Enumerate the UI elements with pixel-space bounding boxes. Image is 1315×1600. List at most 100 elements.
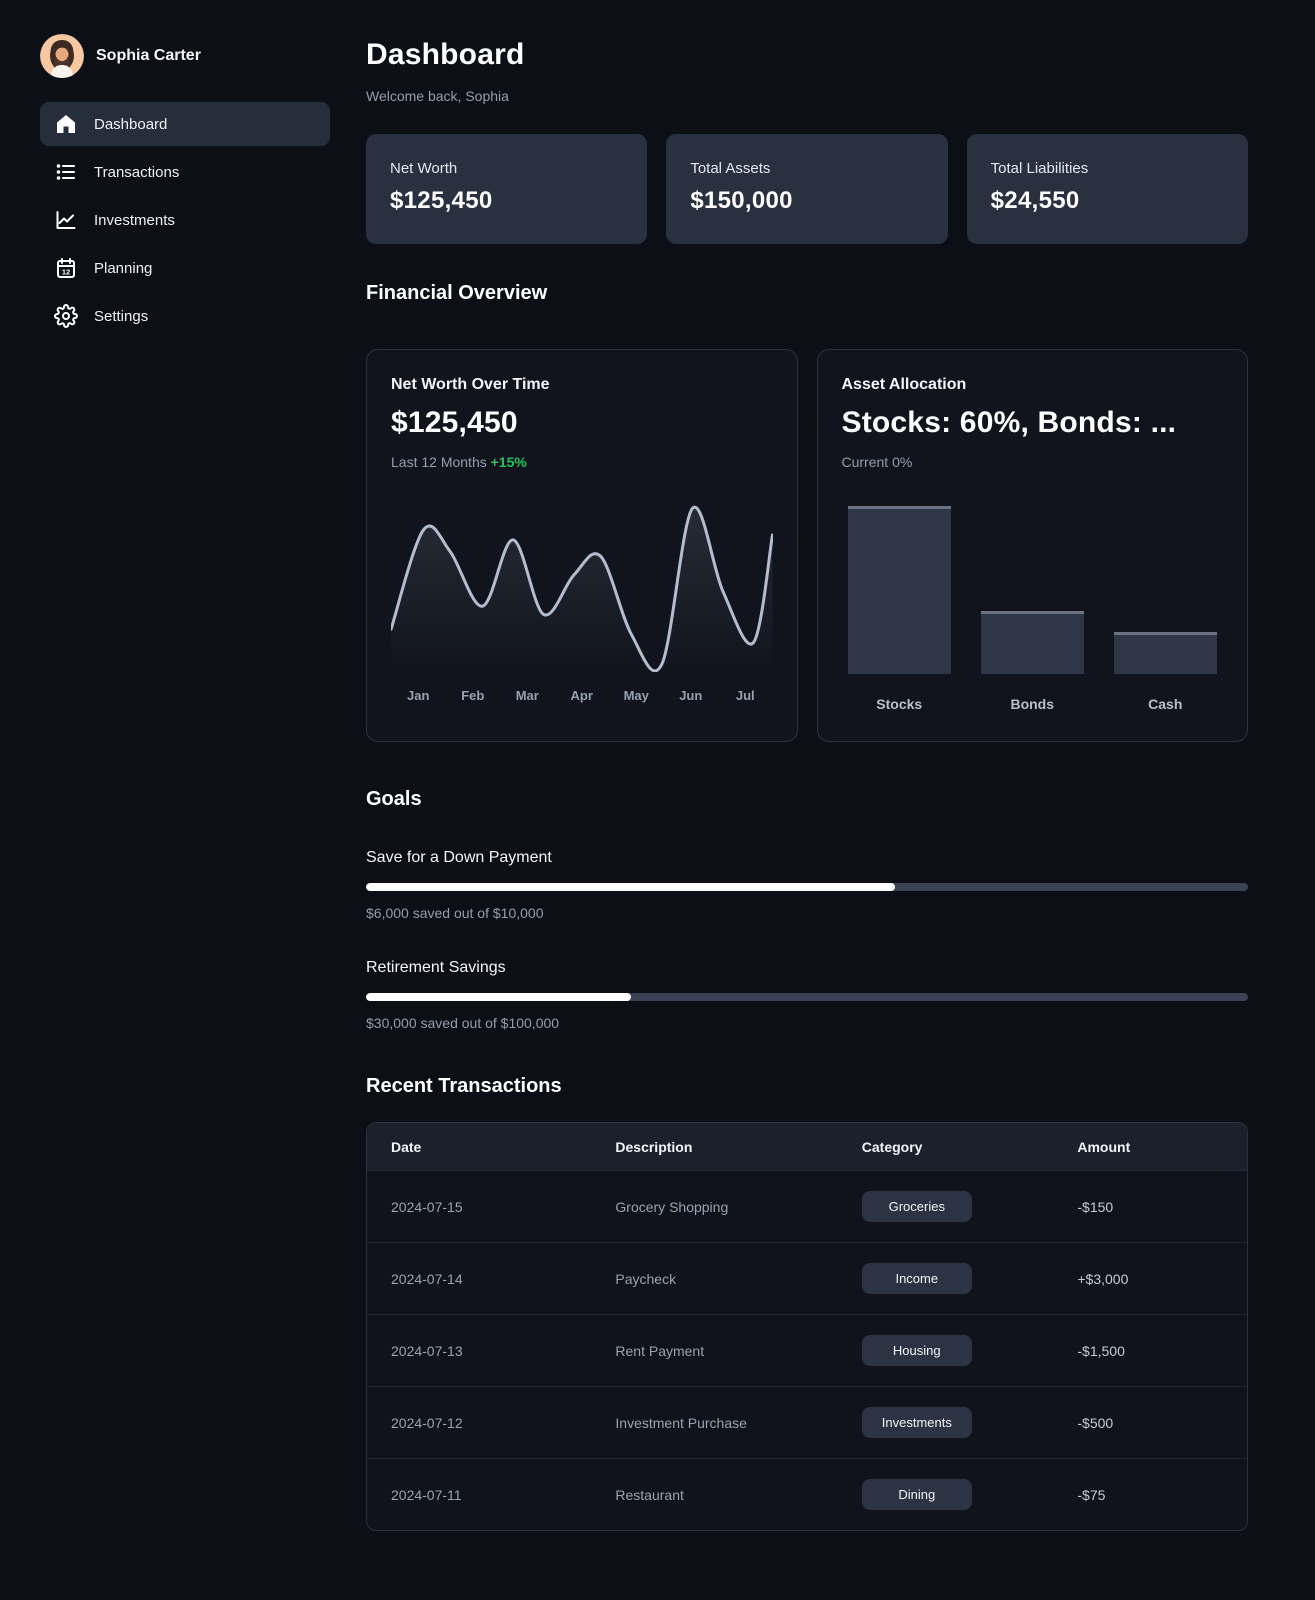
column-header-amount: Amount <box>1077 1138 1131 1155</box>
chart-title: Net Worth Over Time <box>391 376 550 393</box>
progress-bar <box>366 993 1248 1001</box>
chart-title: Asset Allocation <box>841 376 967 393</box>
sidebar-nav: Dashboard Transactions Investments 12 Pl… <box>40 102 330 338</box>
gear-icon <box>54 304 78 328</box>
allocation-bar-labels: Stocks Bonds Cash <box>842 696 1224 712</box>
avatar <box>40 34 84 78</box>
tx-description: Paycheck <box>615 1270 677 1287</box>
goal-retirement-savings: Retirement Savings $30,000 saved out of … <box>366 959 1248 1031</box>
sidebar-item-label: Investments <box>94 211 175 229</box>
stat-cards: Net Worth $125,450 Total Assets $150,000… <box>366 134 1248 244</box>
chart-subtitle: Current 0% <box>841 454 913 470</box>
section-heading-recent-transactions: Recent Transactions <box>366 1075 562 1097</box>
sidebar-item-label: Settings <box>94 307 149 325</box>
category-badge: Groceries <box>861 1191 972 1222</box>
chart-period: Last 12 Months +15% <box>391 454 527 470</box>
page-title: Dashboard <box>366 38 525 71</box>
net-worth-chart-card: Net Worth Over Time $125,450 Last 12 Mon… <box>366 349 798 742</box>
page-subtitle: Welcome back, Sophia <box>366 88 509 104</box>
tx-description: Investment Purchase <box>615 1414 747 1431</box>
tx-description: Restaurant <box>615 1486 684 1503</box>
tx-amount: -$500 <box>1077 1414 1114 1431</box>
category-badge: Income <box>861 1263 972 1294</box>
sidebar-item-settings[interactable]: Settings <box>40 294 330 338</box>
tx-category: Income <box>838 1263 1054 1294</box>
sidebar-item-label: Planning <box>94 259 153 277</box>
table-row: 2024-07-14 Paycheck Income +$3,000 <box>367 1242 1247 1314</box>
stat-card-net-worth: Net Worth $125,450 <box>366 134 648 244</box>
column-header-description: Description <box>615 1138 693 1155</box>
category-badge: Housing <box>861 1335 972 1366</box>
tx-amount: +$3,000 <box>1077 1270 1129 1287</box>
table-body: 2024-07-15 Grocery Shopping Groceries -$… <box>367 1170 1247 1530</box>
table-row: 2024-07-15 Grocery Shopping Groceries -$… <box>367 1170 1247 1242</box>
tx-amount: -$1,500 <box>1077 1342 1125 1359</box>
sidebar-item-transactions[interactable]: Transactions <box>40 150 330 194</box>
sidebar-item-label: Dashboard <box>94 115 168 133</box>
goal-name: Retirement Savings <box>366 959 506 976</box>
bar-bonds <box>980 506 1084 674</box>
asset-allocation-chart-card: Asset Allocation Stocks: 60%, Bonds: ...… <box>816 349 1248 742</box>
goal-caption: $30,000 saved out of $100,000 <box>366 1015 560 1031</box>
stat-card-total-liabilities: Total Liabilities $24,550 <box>966 134 1248 244</box>
stat-label: Total Assets <box>690 160 771 177</box>
change-percent: +15% <box>490 454 527 470</box>
tx-date: 2024-07-13 <box>391 1342 463 1359</box>
bar-stocks <box>847 506 951 674</box>
x-axis-label: May <box>623 688 649 703</box>
tx-amount: -$75 <box>1077 1486 1106 1503</box>
svg-text:12: 12 <box>62 268 70 277</box>
sidebar-item-investments[interactable]: Investments <box>40 198 330 242</box>
stat-value: $24,550 <box>990 187 1080 214</box>
table-row: 2024-07-11 Restaurant Dining -$75 <box>367 1458 1247 1530</box>
user-name: Sophia Carter <box>96 47 201 64</box>
tx-date: 2024-07-11 <box>391 1486 462 1503</box>
calendar-icon: 12 <box>54 256 78 280</box>
list-icon <box>54 160 78 184</box>
tx-date: 2024-07-15 <box>391 1198 463 1215</box>
sidebar-item-planning[interactable]: 12 Planning <box>40 246 330 290</box>
allocation-bars <box>842 506 1224 674</box>
stat-value: $125,450 <box>390 187 493 214</box>
table-row: 2024-07-12 Investment Purchase Investmen… <box>367 1386 1247 1458</box>
sidebar-item-label: Transactions <box>94 163 180 181</box>
sidebar: Sophia Carter Dashboard Transactions Inv… <box>0 0 350 1600</box>
bar-cash <box>1113 506 1217 674</box>
stat-label: Net Worth <box>390 160 458 177</box>
column-header-date: Date <box>391 1138 422 1155</box>
user-profile[interactable]: Sophia Carter <box>40 34 330 78</box>
x-axis-label: Jul <box>735 688 755 703</box>
main-content: Dashboard Welcome back, Sophia Net Worth… <box>366 0 1248 1531</box>
table-header: Date Description Category Amount <box>367 1123 1247 1170</box>
table-row: 2024-07-13 Rent Payment Housing -$1,500 <box>367 1314 1247 1386</box>
tx-date: 2024-07-12 <box>391 1414 463 1431</box>
goal-down-payment: Save for a Down Payment $6,000 saved out… <box>366 849 1248 921</box>
bar-label: Bonds <box>1010 696 1055 712</box>
home-icon <box>54 112 78 136</box>
category-badge: Investments <box>861 1407 972 1438</box>
section-heading-goals: Goals <box>366 788 422 810</box>
goal-caption: $6,000 saved out of $10,000 <box>366 905 544 921</box>
chart-line-icon <box>54 208 78 232</box>
stat-value: $150,000 <box>690 187 793 214</box>
tx-category: Dining <box>838 1479 1054 1510</box>
section-heading-financial-overview: Financial Overview <box>366 282 548 304</box>
x-axis-label: Jan <box>407 688 430 703</box>
column-header-category: Category <box>861 1138 923 1155</box>
x-axis-labels: Jan Feb Mar Apr May Jun Jul <box>391 688 773 703</box>
goal-name: Save for a Down Payment <box>366 849 552 866</box>
transactions-table: Date Description Category Amount 2024-07… <box>366 1122 1248 1531</box>
tx-category: Housing <box>838 1335 1054 1366</box>
bar-label: Cash <box>1148 696 1183 712</box>
stat-card-total-assets: Total Assets $150,000 <box>666 134 948 244</box>
tx-category: Groceries <box>838 1191 1054 1222</box>
bar-label: Stocks <box>876 696 923 712</box>
tx-amount: -$150 <box>1077 1198 1114 1215</box>
x-axis-label: Mar <box>515 688 539 703</box>
chart-value: $125,450 <box>391 406 518 439</box>
chart-value: Stocks: 60%, Bonds: ... <box>841 406 1177 439</box>
category-badge: Dining <box>861 1479 972 1510</box>
x-axis-label: Apr <box>570 688 593 703</box>
tx-date: 2024-07-14 <box>391 1270 463 1287</box>
sidebar-item-dashboard[interactable]: Dashboard <box>40 102 330 146</box>
